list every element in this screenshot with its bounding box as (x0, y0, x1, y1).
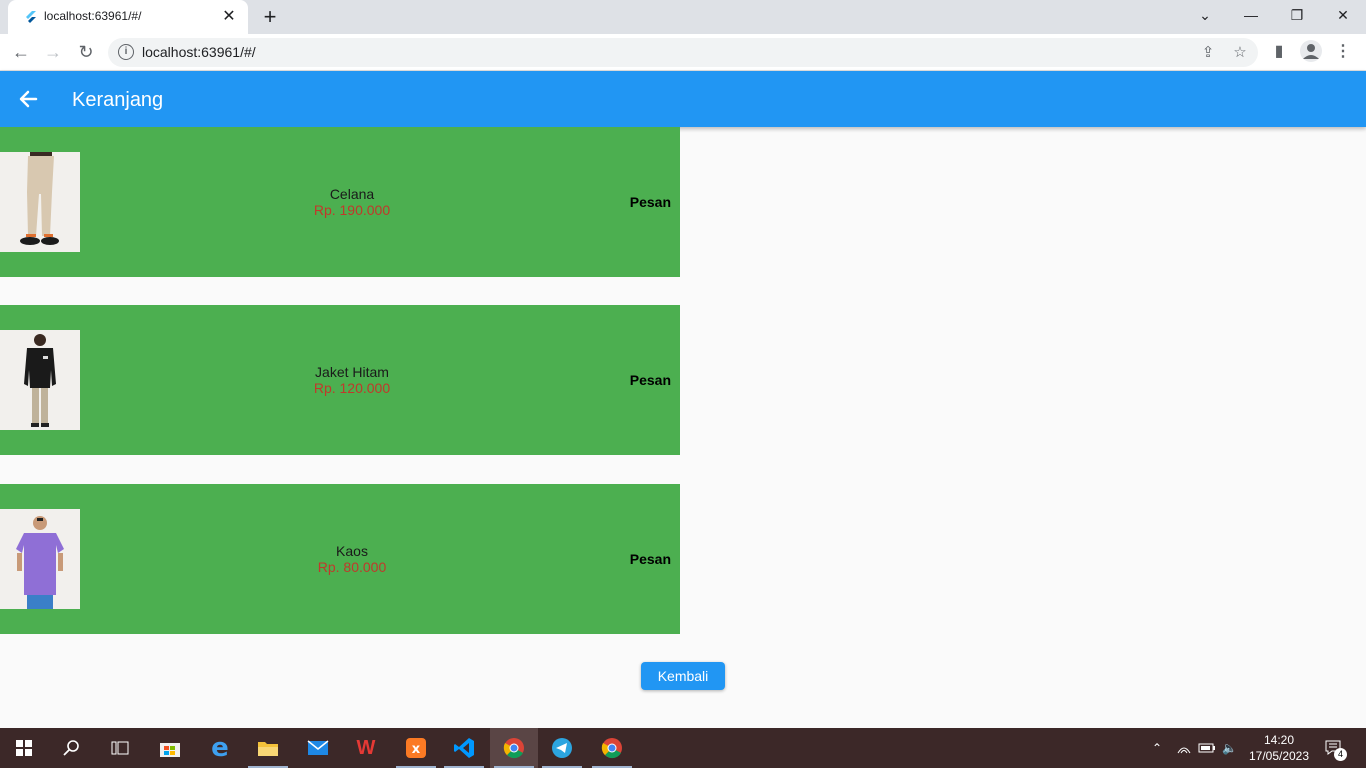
item-name: Jaket Hitam (315, 364, 389, 380)
chrome-icon-2[interactable] (588, 728, 636, 768)
forward-arrow-icon[interactable]: → (40, 39, 66, 65)
tab-search-icon[interactable]: ⌄ (1182, 0, 1228, 30)
file-explorer-icon[interactable] (244, 728, 292, 768)
chrome-icon[interactable] (490, 728, 538, 768)
item-name: Kaos (336, 543, 368, 559)
task-view-icon[interactable] (96, 728, 144, 768)
battery-icon[interactable] (1198, 728, 1216, 768)
close-window-icon[interactable]: ✕ (1320, 0, 1366, 30)
reload-icon[interactable]: ↻ (73, 39, 99, 65)
back-arrow-icon[interactable] (14, 85, 42, 113)
system-clock[interactable]: 14:20 17/05/2023 (1248, 732, 1310, 764)
notification-badge: 4 (1334, 748, 1347, 761)
item-price: Rp. 120.000 (313, 380, 391, 396)
page-title: Keranjang (72, 89, 164, 111)
wps-office-icon[interactable]: W (342, 728, 390, 768)
cart-item: Jaket Hitam Rp. 120.000 Pesan (0, 305, 680, 455)
windows-start-icon[interactable] (0, 728, 48, 768)
profile-avatar-icon[interactable] (1300, 40, 1322, 62)
share-icon[interactable]: ⇪ (1197, 42, 1219, 64)
side-panel-icon[interactable]: ▮ (1266, 39, 1292, 65)
order-button[interactable]: Pesan (630, 551, 671, 567)
bookmark-star-icon[interactable]: ☆ (1229, 42, 1251, 64)
restore-icon[interactable]: ❐ (1274, 0, 1320, 30)
edge-icon[interactable]: e (196, 728, 244, 768)
item-name: Celana (329, 186, 375, 202)
address-bar[interactable]: i localhost:63961/#/ ⇪ ☆ (108, 38, 1258, 67)
new-tab-button[interactable]: + (258, 4, 282, 30)
site-info-icon[interactable]: i (118, 44, 134, 60)
order-button[interactable]: Pesan (630, 372, 671, 388)
svg-text:x: x (412, 742, 421, 757)
order-button[interactable]: Pesan (630, 194, 671, 210)
browser-toolbar: ← → ↻ i localhost:63961/#/ ⇪ ☆ ▮ ⋮ (0, 34, 1366, 71)
purple-tshirt-photo (0, 509, 80, 609)
cart-item: Celana Rp. 190.000 Pesan (0, 127, 680, 277)
show-hidden-icons-icon[interactable]: ⌃ (1152, 728, 1162, 768)
clock-date: 17/05/2023 (1248, 749, 1310, 763)
kembali-button[interactable]: Kembali (641, 662, 725, 690)
network-icon[interactable] (1176, 728, 1192, 768)
pants-photo (0, 152, 80, 252)
mail-icon[interactable] (294, 728, 342, 768)
store-icon[interactable] (146, 728, 194, 768)
cart-item: Kaos Rp. 80.000 Pesan (0, 484, 680, 634)
notification-center-icon[interactable]: 4 (1324, 728, 1347, 768)
browser-tab[interactable]: localhost:63961/#/ ✕ (8, 0, 248, 34)
item-price: Rp. 190.000 (313, 202, 391, 218)
xampp-icon[interactable]: x (392, 728, 440, 768)
telegram-icon[interactable] (538, 728, 586, 768)
vscode-icon[interactable] (440, 728, 488, 768)
black-jacket-photo (0, 330, 80, 430)
back-arrow-icon[interactable]: ← (8, 39, 34, 65)
taskbar: e W x ⌃ 🔈 14:20 17/05/2023 4 (0, 728, 1366, 768)
minimize-icon[interactable]: — (1228, 0, 1274, 30)
flutter-icon (26, 11, 36, 23)
close-tab-icon[interactable]: ✕ (220, 8, 238, 26)
app-bar: Keranjang (0, 71, 1366, 127)
menu-kebab-icon[interactable]: ⋮ (1330, 39, 1356, 65)
volume-icon[interactable]: 🔈 (1222, 728, 1237, 768)
tab-title: localhost:63961/#/ (44, 9, 142, 23)
browser-tab-bar: localhost:63961/#/ ✕ + ⌄ — ❐ ✕ (0, 0, 1366, 34)
item-price: Rp. 80.000 (317, 559, 387, 575)
search-icon[interactable] (48, 728, 96, 768)
clock-time: 14:20 (1263, 733, 1295, 747)
url-text[interactable]: localhost:63961/#/ (142, 44, 256, 60)
